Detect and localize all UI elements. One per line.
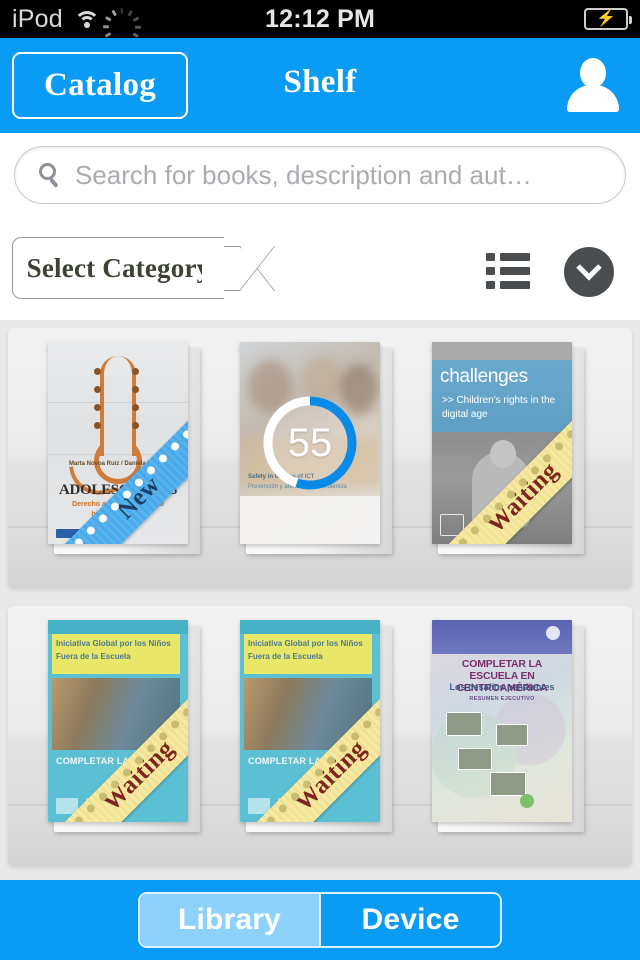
app-root: iPod 12:12 PM ⚡ Catalog Shelf Search for… [0,0,640,960]
chevron-down-icon[interactable] [564,247,614,297]
book-item[interactable]: Iniciativa Global por los Niños Fuera de… [240,620,392,836]
book-title: COMPLETAR LA ESCUELA [56,756,176,766]
book-cover: Iniciativa Global por los Niños Fuera de… [48,620,188,822]
book-item[interactable]: COMPLETAR LA ESCUELA EN CENTROAMÉRICA Lo… [432,620,584,836]
download-progress-ring: 55 [258,391,362,495]
tab-device[interactable]: Device [319,894,500,946]
search-section [0,133,640,225]
book-cover: COMPLETAR LA ESCUELA EN CENTROAMÉRICA Lo… [432,620,572,822]
book-cover-art: Iniciativa Global por los Niños Fuera de… [240,620,380,822]
library-device-segmented-control[interactable]: Library Device [138,892,502,948]
search-icon [37,162,63,188]
select-category-button[interactable]: Select Category [12,237,276,299]
person-icon-body [567,85,619,112]
book-title: COMPLETAR LA ESCUELA [248,756,368,766]
book-cover-art: Marta Novoa Ruiz / Daniela Trucco ADOLES… [48,342,188,544]
book-cover: Safety in the use of ICT Prevención y at… [240,342,380,544]
shelf-row: Iniciativa Global por los Niños Fuera de… [8,606,632,866]
book-subtitle: Iniciativa Global por los Niños Fuera de… [248,639,363,661]
tab-library[interactable]: Library [140,894,319,946]
navigation-bar: Catalog Shelf [0,38,640,133]
list-view-icon[interactable] [486,253,530,291]
book-title: challenges [440,366,528,387]
book-item[interactable]: Safety in the use of ICT Prevención y at… [240,342,392,558]
book-subtitle: Iniciativa Global por los Niños Fuera de… [56,639,171,661]
status-bar-right: ⚡ [584,0,632,38]
book-cover-art: Iniciativa Global por los Niños Fuera de… [48,620,188,822]
category-tag-body: Select Category [12,237,224,299]
book-header-note [448,624,550,632]
shelf-row: Marta Novoa Ruiz / Daniela Trucco ADOLES… [8,328,632,588]
page-title: Shelf [283,64,357,100]
book-cover-art: COMPLETAR LA ESCUELA EN CENTROAMÉRICA Lo… [432,620,572,822]
select-category-label: Select Category [26,252,211,283]
category-tag-seam [202,239,212,297]
person-icon[interactable] [564,58,622,114]
search-bar[interactable] [14,146,626,204]
download-progress-value: 55 [287,420,333,465]
search-input[interactable] [75,159,603,191]
person-icon-head [580,58,606,88]
book-cover: challenges >> Children's rights in the d… [432,342,572,544]
bottom-tab-bar: Library Device [0,880,640,960]
book-cover: Marta Novoa Ruiz / Daniela Trucco ADOLES… [48,342,188,544]
book-authors: Marta Novoa Ruiz / Daniela Trucco [68,461,168,467]
filter-row: Select Category [0,225,640,320]
book-item[interactable]: Iniciativa Global por los Niños Fuera de… [48,620,200,836]
shelf-area: Marta Novoa Ruiz / Daniela Trucco ADOLES… [0,320,640,880]
book-subtitle: >> Children's rights in the digital age [442,395,556,420]
book-title: ADOLESCENTES [58,482,178,498]
battery-charging-icon: ⚡ [584,8,632,30]
book-item[interactable]: Marta Novoa Ruiz / Daniela Trucco ADOLES… [48,342,200,558]
publisher-logos [56,512,180,538]
book-item[interactable]: challenges >> Children's rights in the d… [432,342,584,558]
status-bar: iPod 12:12 PM ⚡ [0,0,640,46]
book-authors: RESUMEN EJECUTIVO [469,696,535,702]
book-subtitle: Los desafíos pendientes [449,682,555,692]
clock-label: 12:12 PM [265,4,375,33]
book-cover-art: challenges >> Children's rights in the d… [432,342,572,544]
book-cover: Iniciativa Global por los Niños Fuera de… [240,620,380,822]
